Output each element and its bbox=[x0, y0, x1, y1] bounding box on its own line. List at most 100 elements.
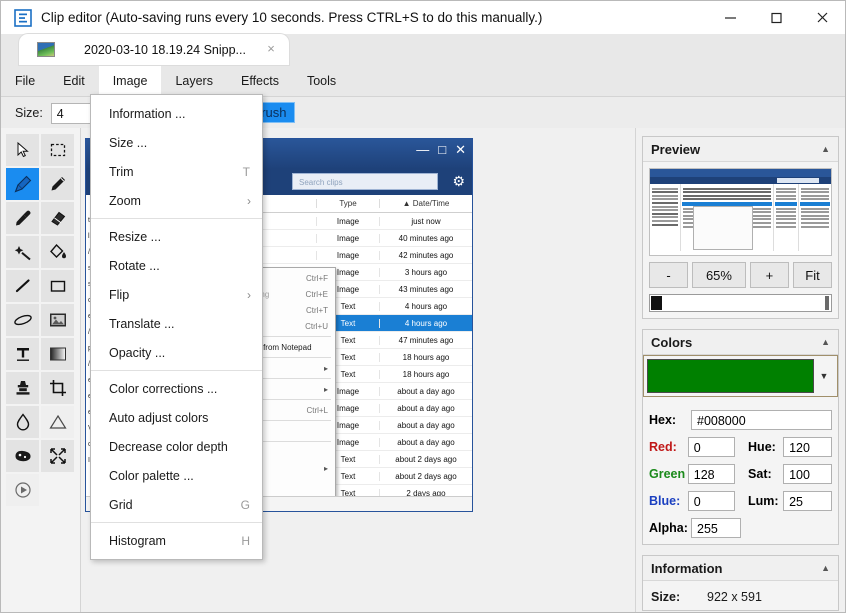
sharpen-tool[interactable] bbox=[41, 440, 74, 472]
sponge-tool[interactable] bbox=[6, 440, 39, 472]
embedded-minimize-icon: — bbox=[416, 142, 430, 157]
rectangle-tool[interactable] bbox=[41, 270, 74, 302]
brush-size-label: Size: bbox=[15, 106, 43, 120]
tab-strip: 2020-03-10 18.19.24 Snipp... × bbox=[1, 34, 845, 65]
menu-item-color-palette[interactable]: Color palette ... bbox=[91, 461, 262, 490]
magic-wand-tool[interactable] bbox=[6, 236, 39, 268]
zoom-slider-knob[interactable] bbox=[651, 296, 662, 310]
menu-item-label: Auto adjust colors bbox=[109, 410, 209, 425]
rect-select-tool[interactable] bbox=[41, 134, 74, 166]
menu-item-decrease-color-depth[interactable]: Decrease color depth bbox=[91, 432, 262, 461]
embedded-col-date: ▲ Date/Time bbox=[379, 199, 472, 208]
alpha-input[interactable]: 255 bbox=[691, 518, 741, 538]
preview-thumbnail[interactable] bbox=[649, 168, 832, 256]
embedded-row-date: 18 hours ago bbox=[379, 352, 472, 362]
embedded-row-date: 40 minutes ago bbox=[379, 233, 472, 243]
embedded-item-accelerator: Ctrl+T bbox=[306, 305, 328, 315]
current-color-swatch[interactable] bbox=[647, 359, 814, 393]
zoom-out-button[interactable]: - bbox=[649, 262, 689, 288]
menu-edit[interactable]: Edit bbox=[49, 65, 99, 96]
preview-panel-header[interactable]: Preview ▲ bbox=[643, 137, 838, 162]
embedded-row-date: about a day ago bbox=[379, 437, 472, 447]
chevron-right-icon: ▸ bbox=[323, 363, 328, 373]
chevron-up-icon[interactable]: ▲ bbox=[821, 563, 830, 573]
zoom-slider-end[interactable] bbox=[825, 296, 829, 310]
embedded-item-accelerator: Ctrl+F bbox=[306, 273, 328, 283]
menu-item-label: Zoom bbox=[109, 193, 141, 208]
chevron-up-icon[interactable]: ▲ bbox=[821, 337, 830, 347]
menu-tools[interactable]: Tools bbox=[293, 65, 350, 96]
sat-input[interactable]: 100 bbox=[783, 464, 832, 484]
stamp-tool[interactable] bbox=[6, 372, 39, 404]
hex-input[interactable]: #008000 bbox=[691, 410, 832, 430]
title-bar: Clip editor (Auto-saving runs every 10 s… bbox=[1, 1, 845, 34]
embedded-row-date: about a day ago bbox=[379, 403, 472, 413]
eyedropper-tool[interactable] bbox=[6, 202, 39, 234]
insert-image-tool[interactable] bbox=[41, 304, 74, 336]
menu-item-flip[interactable]: Flip › bbox=[91, 280, 262, 309]
menu-item-trim[interactable]: Trim T bbox=[91, 157, 262, 186]
menu-item-zoom[interactable]: Zoom › bbox=[91, 186, 262, 215]
menu-layers[interactable]: Layers bbox=[161, 65, 227, 96]
menu-image[interactable]: Image bbox=[98, 65, 162, 96]
blur-tool[interactable] bbox=[6, 406, 39, 438]
chevron-right-icon: › bbox=[247, 193, 251, 208]
colors-panel-header[interactable]: Colors ▲ bbox=[643, 330, 838, 355]
pointer-tool[interactable] bbox=[6, 134, 39, 166]
colors-panel: Colors ▲ ▼ Hex: #008000 Red: 0 Hue: 120 … bbox=[642, 329, 839, 545]
menu-item-grid[interactable]: Grid G bbox=[91, 490, 262, 519]
zoom-fit-button[interactable]: Fit bbox=[792, 262, 832, 288]
play-tool[interactable] bbox=[6, 474, 39, 506]
image-menu-dropdown[interactable]: Information ... Size ... Trim T Zoom › Resize … bbox=[90, 94, 263, 560]
information-panel: Information ▲ Size: 922 x 591 bbox=[642, 555, 839, 611]
lum-input[interactable]: 25 bbox=[783, 491, 832, 511]
menu-item-label: Grid bbox=[109, 497, 133, 512]
document-tab[interactable]: 2020-03-10 18.19.24 Snipp... × bbox=[19, 34, 289, 65]
zoom-slider[interactable] bbox=[649, 294, 832, 312]
maximize-button[interactable] bbox=[753, 1, 799, 34]
paint-bucket-tool[interactable] bbox=[41, 236, 74, 268]
embedded-col-type: Type bbox=[316, 199, 379, 208]
image-size-row: Size: 922 x 591 bbox=[649, 587, 832, 604]
menu-item-resize[interactable]: Resize ... bbox=[91, 222, 262, 251]
line-tool[interactable] bbox=[6, 270, 39, 302]
information-panel-header[interactable]: Information ▲ bbox=[643, 556, 838, 581]
brush-tool[interactable] bbox=[6, 168, 39, 200]
embedded-item-accelerator: Ctrl+E bbox=[305, 289, 328, 299]
green-label: Green bbox=[649, 467, 686, 481]
gradient-tool[interactable] bbox=[41, 338, 74, 370]
pencil-tool[interactable] bbox=[41, 168, 74, 200]
zoom-level-value[interactable]: 65% bbox=[692, 262, 746, 288]
text-tool[interactable] bbox=[6, 338, 39, 370]
crop-tool[interactable] bbox=[41, 372, 74, 404]
tab-label: 2020-03-10 18.19.24 Snipp... bbox=[84, 42, 246, 57]
menu-item-auto-adjust-colors[interactable]: Auto adjust colors bbox=[91, 403, 262, 432]
tab-close-icon[interactable]: × bbox=[265, 42, 277, 55]
thumb-body bbox=[650, 184, 831, 251]
menu-item-translate[interactable]: Translate ... bbox=[91, 309, 262, 338]
red-hue-row: Red: 0 Hue: 120 bbox=[649, 437, 832, 457]
menu-item-accelerator: H bbox=[241, 533, 250, 548]
zoom-in-button[interactable]: + bbox=[749, 262, 789, 288]
menu-effects[interactable]: Effects bbox=[227, 65, 293, 96]
embedded-item-accelerator: Ctrl+L bbox=[306, 405, 328, 415]
menu-item-information[interactable]: Information ... bbox=[91, 99, 262, 128]
hue-input[interactable]: 120 bbox=[783, 437, 832, 457]
ellipse-tool[interactable] bbox=[6, 304, 39, 336]
embedded-row-type: Image bbox=[316, 250, 379, 260]
menu-file[interactable]: File bbox=[1, 65, 49, 96]
red-input[interactable]: 0 bbox=[687, 437, 735, 457]
menu-item-size[interactable]: Size ... bbox=[91, 128, 262, 157]
minimize-button[interactable] bbox=[707, 1, 753, 34]
menu-item-color-corrections[interactable]: Color corrections ... bbox=[91, 374, 262, 403]
chevron-up-icon[interactable]: ▲ bbox=[821, 144, 830, 154]
chevron-down-icon[interactable]: ▼ bbox=[814, 359, 834, 393]
polygon-tool[interactable] bbox=[41, 406, 74, 438]
blue-input[interactable]: 0 bbox=[687, 491, 735, 511]
eraser-tool[interactable] bbox=[41, 202, 74, 234]
green-input[interactable]: 128 bbox=[687, 464, 735, 484]
menu-item-opacity[interactable]: Opacity ... bbox=[91, 338, 262, 367]
menu-item-rotate[interactable]: Rotate ... bbox=[91, 251, 262, 280]
menu-item-histogram[interactable]: Histogram H bbox=[91, 526, 262, 555]
close-button[interactable] bbox=[799, 1, 845, 34]
